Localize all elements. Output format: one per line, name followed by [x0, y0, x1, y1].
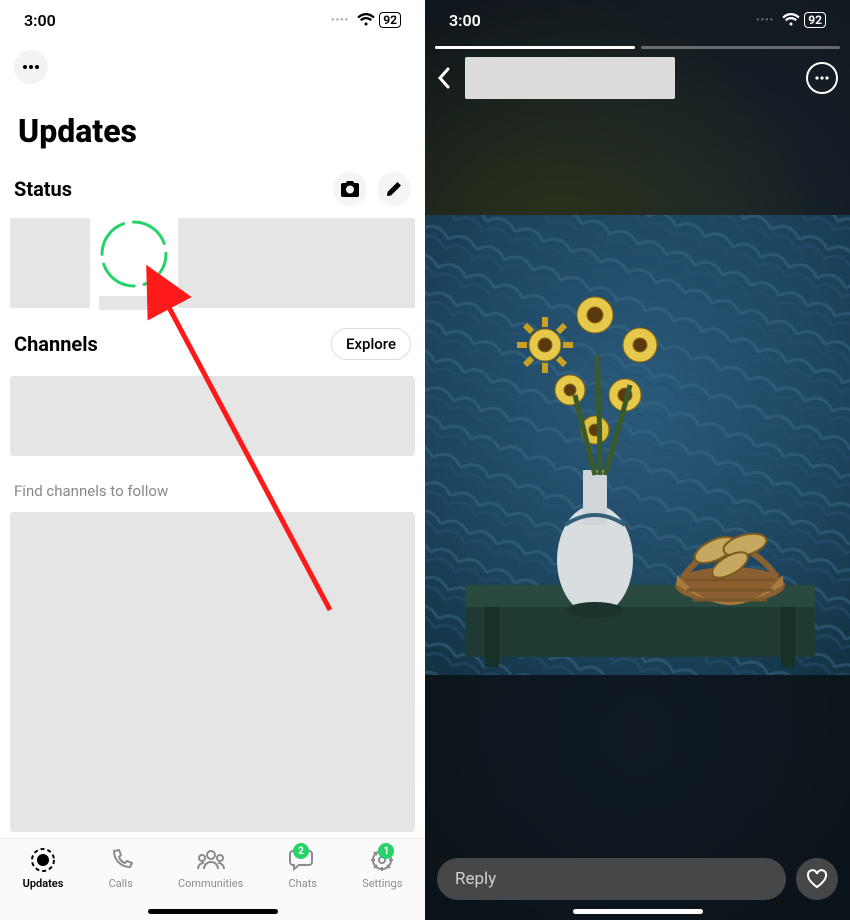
tab-label: Settings — [362, 877, 402, 890]
clock: 3:00 — [24, 11, 56, 30]
tab-label: Chats — [289, 877, 317, 890]
phone-icon — [109, 848, 133, 872]
channels-section-header: Channels Explore — [0, 316, 425, 366]
updates-icon — [30, 847, 56, 873]
cellular-dots-icon: •••• — [331, 15, 349, 26]
home-indicator[interactable] — [573, 909, 703, 914]
story-header — [425, 53, 850, 99]
status-indicators: •••• 92 — [756, 12, 826, 28]
wifi-icon — [357, 13, 375, 27]
ellipsis-icon — [815, 76, 829, 80]
clock: 3:00 — [449, 11, 481, 30]
more-options-button[interactable] — [14, 50, 48, 84]
updates-screen: 3:00 •••• 92 Updates Status — [0, 0, 425, 920]
battery-indicator: 92 — [379, 12, 401, 28]
status-name-placeholder — [99, 296, 169, 310]
reply-bar: Reply — [425, 858, 850, 900]
reply-input[interactable]: Reply — [437, 858, 786, 900]
tab-settings[interactable]: 1 Settings — [362, 845, 402, 920]
contact-name-placeholder[interactable] — [465, 57, 675, 99]
my-status-placeholder[interactable] — [10, 218, 90, 308]
communities-icon — [196, 849, 226, 871]
tab-label: Communities — [178, 877, 243, 890]
chevron-left-icon — [437, 66, 451, 90]
like-button[interactable] — [796, 858, 838, 900]
tab-label: Calls — [109, 877, 133, 890]
progress-segment — [641, 46, 841, 49]
status-item[interactable] — [98, 218, 170, 310]
story-progress-bar — [425, 40, 850, 53]
status-ring-icon — [98, 218, 170, 290]
status-heading: Status — [14, 177, 72, 201]
tab-calls[interactable]: Calls — [109, 845, 133, 920]
explore-button[interactable]: Explore — [331, 328, 411, 360]
find-channels-label: Find channels to follow — [0, 466, 425, 506]
pencil-icon — [386, 181, 402, 197]
heart-icon — [806, 869, 828, 889]
page-title: Updates — [0, 84, 425, 160]
status-section-header: Status — [0, 160, 425, 212]
tab-chats[interactable]: 2 Chats — [289, 845, 317, 920]
camera-button[interactable] — [333, 172, 367, 206]
tab-updates[interactable]: Updates — [23, 845, 64, 920]
status-list — [0, 212, 425, 316]
progress-segment — [435, 46, 635, 49]
status-placeholder[interactable] — [178, 218, 415, 308]
battery-indicator: 92 — [804, 12, 826, 28]
story-more-button[interactable] — [806, 62, 838, 94]
camera-icon — [341, 181, 359, 197]
tab-label: Updates — [23, 877, 64, 890]
tab-bar: Updates Calls Communities 2 Chats 1 Sett… — [0, 838, 425, 920]
badge: 2 — [293, 843, 309, 859]
story-image[interactable] — [425, 215, 850, 675]
channels-heading: Channels — [14, 332, 98, 356]
status-indicators: •••• 92 — [331, 12, 401, 28]
home-indicator[interactable] — [148, 909, 278, 914]
back-button[interactable] — [437, 61, 457, 95]
status-viewer-screen: 3:00 •••• 92 — [425, 0, 850, 920]
status-bar: 3:00 •••• 92 — [0, 0, 425, 40]
wifi-icon — [782, 13, 800, 27]
compose-button[interactable] — [377, 172, 411, 206]
channel-item-placeholder[interactable] — [10, 376, 415, 456]
ellipsis-icon — [23, 65, 39, 69]
reply-placeholder: Reply — [455, 869, 496, 889]
cellular-dots-icon: •••• — [756, 15, 774, 26]
status-bar: 3:00 •••• 92 — [425, 0, 850, 40]
channel-suggestions-placeholder[interactable] — [10, 512, 415, 832]
